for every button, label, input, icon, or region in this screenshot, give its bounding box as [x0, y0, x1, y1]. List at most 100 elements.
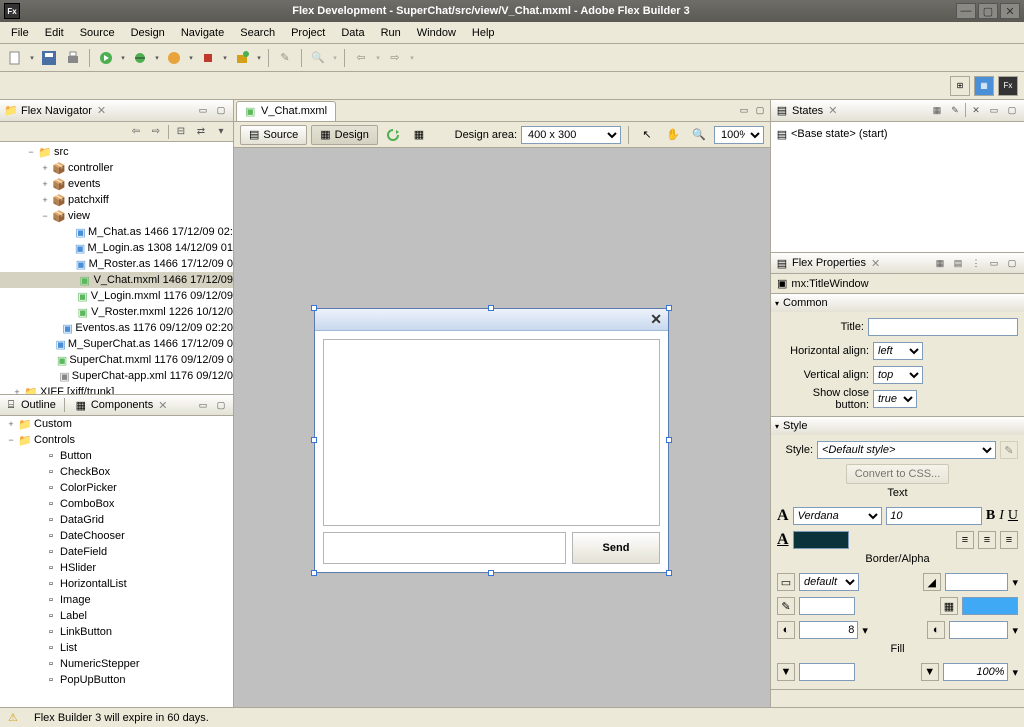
fill-alpha-input[interactable] — [943, 663, 1009, 681]
component-item[interactable]: ▫List — [0, 640, 233, 656]
states-maximize-button[interactable]: ▢ — [1004, 103, 1020, 119]
font-select[interactable]: Verdana — [793, 507, 883, 525]
menu-project[interactable]: Project — [284, 24, 332, 42]
resize-handle-nw[interactable] — [311, 305, 317, 311]
editor-minimize-button[interactable]: ▭ — [736, 103, 752, 119]
nav-tree-item[interactable]: +📦events — [0, 176, 233, 192]
component-item[interactable]: ▫PopUpButton — [0, 672, 233, 688]
component-item[interactable]: ▫HorizontalList — [0, 576, 233, 592]
edit-state-button[interactable]: ✎ — [947, 103, 963, 119]
profile-button[interactable] — [163, 47, 185, 69]
editor-tab-vchat[interactable]: ▣ V_Chat.mxml — [236, 101, 336, 121]
component-item[interactable]: ▫Button — [0, 448, 233, 464]
delete-state-button[interactable]: ✕ — [968, 103, 984, 119]
back-button[interactable]: ⇦ — [350, 47, 372, 69]
nav-tree-item[interactable]: ▣SuperChat.mxml 1176 09/12/09 0 — [0, 352, 233, 368]
nav-tree-item[interactable]: ▣V_Roster.mxml 1226 10/12/0 — [0, 304, 233, 320]
category-view-button[interactable]: ▤ — [950, 255, 966, 271]
resize-handle-n[interactable] — [488, 305, 494, 311]
minimize-button[interactable]: — — [956, 3, 976, 19]
new-state-button[interactable]: ▦ — [929, 103, 945, 119]
component-item[interactable]: ▫CheckBox — [0, 464, 233, 480]
nav-tree-item[interactable]: ▣M_Login.as 1308 14/12/09 01 — [0, 240, 233, 256]
design-area-select[interactable]: 400 x 300 — [521, 126, 621, 144]
component-item[interactable]: ▫DateChooser — [0, 528, 233, 544]
resize-handle-ne[interactable] — [666, 305, 672, 311]
states-minimize-button[interactable]: ▭ — [986, 103, 1002, 119]
bold-button[interactable]: B — [986, 508, 995, 524]
zoom-tool-button[interactable]: 🔍 — [688, 124, 710, 146]
wand-button[interactable]: ✎ — [274, 47, 296, 69]
menu-run[interactable]: Run — [374, 24, 408, 42]
source-mode-button[interactable]: ▤Source — [240, 125, 307, 145]
component-item[interactable]: ▫DataGrid — [0, 512, 233, 528]
fill-color-swatch[interactable] — [799, 663, 855, 681]
refresh-button[interactable] — [382, 124, 404, 146]
nav-tree-item[interactable]: ▣M_Roster.as 1466 17/12/09 0 — [0, 256, 233, 272]
nav-tree-item[interactable]: ▣M_SuperChat.as 1466 17/12/09 0 — [0, 336, 233, 352]
navigator-tree[interactable]: −📁src+📦controller+📦events+📦patchxiff−📦vi… — [0, 142, 233, 394]
menu-help[interactable]: Help — [465, 24, 502, 42]
back-nav-button[interactable]: ⇦ — [128, 124, 144, 140]
font-size-input[interactable] — [886, 507, 982, 525]
menu-search[interactable]: Search — [233, 24, 282, 42]
component-item[interactable]: ▫ColorPicker — [0, 480, 233, 496]
props-minimize-button[interactable]: ▭ — [986, 255, 1002, 271]
components-list[interactable]: +📁Custom−📁Controls▫Button▫CheckBox▫Color… — [0, 416, 233, 707]
forward-nav-button[interactable]: ⇨ — [148, 124, 164, 140]
states-list[interactable]: ▤<Base state> (start) — [771, 122, 1024, 252]
title-window-close-icon[interactable]: ✕ — [650, 311, 662, 328]
component-item[interactable]: ▫Label — [0, 608, 233, 624]
export-button[interactable] — [197, 47, 219, 69]
style-wand-button[interactable]: ✎ — [1000, 441, 1018, 459]
component-item[interactable]: −📁Controls — [0, 432, 233, 448]
outline-tab[interactable]: Outline — [21, 399, 56, 411]
component-item[interactable]: ▫Image — [0, 592, 233, 608]
open-perspective-button[interactable]: ⊞ — [950, 76, 970, 96]
new-project-button[interactable] — [231, 47, 253, 69]
nav-tree-item[interactable]: ▣V_Login.mxml 1176 09/12/09 — [0, 288, 233, 304]
search-button[interactable]: 🔍 — [307, 47, 329, 69]
run-button[interactable] — [95, 47, 117, 69]
send-button[interactable]: Send — [572, 532, 660, 564]
align-left-button[interactable]: ≡ — [956, 531, 974, 549]
components-tab[interactable]: Components — [91, 399, 153, 411]
menu-data[interactable]: Data — [334, 24, 371, 42]
components-maximize-button[interactable]: ▢ — [213, 397, 229, 413]
component-item[interactable]: ▫NumericStepper — [0, 656, 233, 672]
nav-tree-item[interactable]: ▣V_Chat.mxml 1466 17/12/09 — [0, 272, 233, 288]
select-tool-button[interactable]: ↖ — [636, 124, 658, 146]
nav-tree-item[interactable]: ▣Eventos.as 1176 09/12/09 02:20 — [0, 320, 233, 336]
print-button[interactable] — [62, 47, 84, 69]
border-style-select[interactable]: default — [799, 573, 859, 591]
zoom-select[interactable]: 100% — [714, 126, 764, 144]
resize-handle-s[interactable] — [488, 570, 494, 576]
new-button[interactable] — [4, 47, 26, 69]
base-state-item[interactable]: ▤<Base state> (start) — [775, 126, 1020, 142]
menu-source[interactable]: Source — [73, 24, 122, 42]
editor-maximize-button[interactable]: ▢ — [752, 103, 768, 119]
nav-tree-item[interactable]: ▣SuperChat-app.xml 1176 09/12/0 — [0, 368, 233, 384]
nav-tree-item[interactable]: ▣M_Chat.as 1466 17/12/09 02: — [0, 224, 233, 240]
corner-radius-input[interactable] — [945, 573, 1009, 591]
flex-dev-perspective[interactable]: ▦ — [974, 76, 994, 96]
close-select[interactable]: true — [873, 390, 917, 408]
underline-button[interactable]: U — [1008, 508, 1018, 524]
nav-tree-item[interactable]: +📁XIFF [xiff/trunk] — [0, 384, 233, 394]
maximize-button[interactable]: ▢ — [978, 3, 998, 19]
resize-handle-se[interactable] — [666, 570, 672, 576]
font-color-swatch[interactable] — [793, 531, 849, 549]
forward-button[interactable]: ⇨ — [384, 47, 406, 69]
minimize-pane-button[interactable]: ▭ — [195, 103, 211, 119]
menu-file[interactable]: File — [4, 24, 36, 42]
align-right-button[interactable]: ≡ — [1000, 531, 1018, 549]
resize-handle-e[interactable] — [666, 437, 672, 443]
align-center-button[interactable]: ≡ — [978, 531, 996, 549]
common-section-header[interactable]: ▾Common — [771, 294, 1024, 312]
textarea-component[interactable] — [323, 339, 660, 526]
link-editor-button[interactable]: ⇄ — [193, 124, 209, 140]
collapse-all-button[interactable]: ⊟ — [173, 124, 189, 140]
component-item[interactable]: ▫DateField — [0, 544, 233, 560]
resize-handle-w[interactable] — [311, 437, 317, 443]
alpha-view-button[interactable]: ⋮ — [968, 255, 984, 271]
